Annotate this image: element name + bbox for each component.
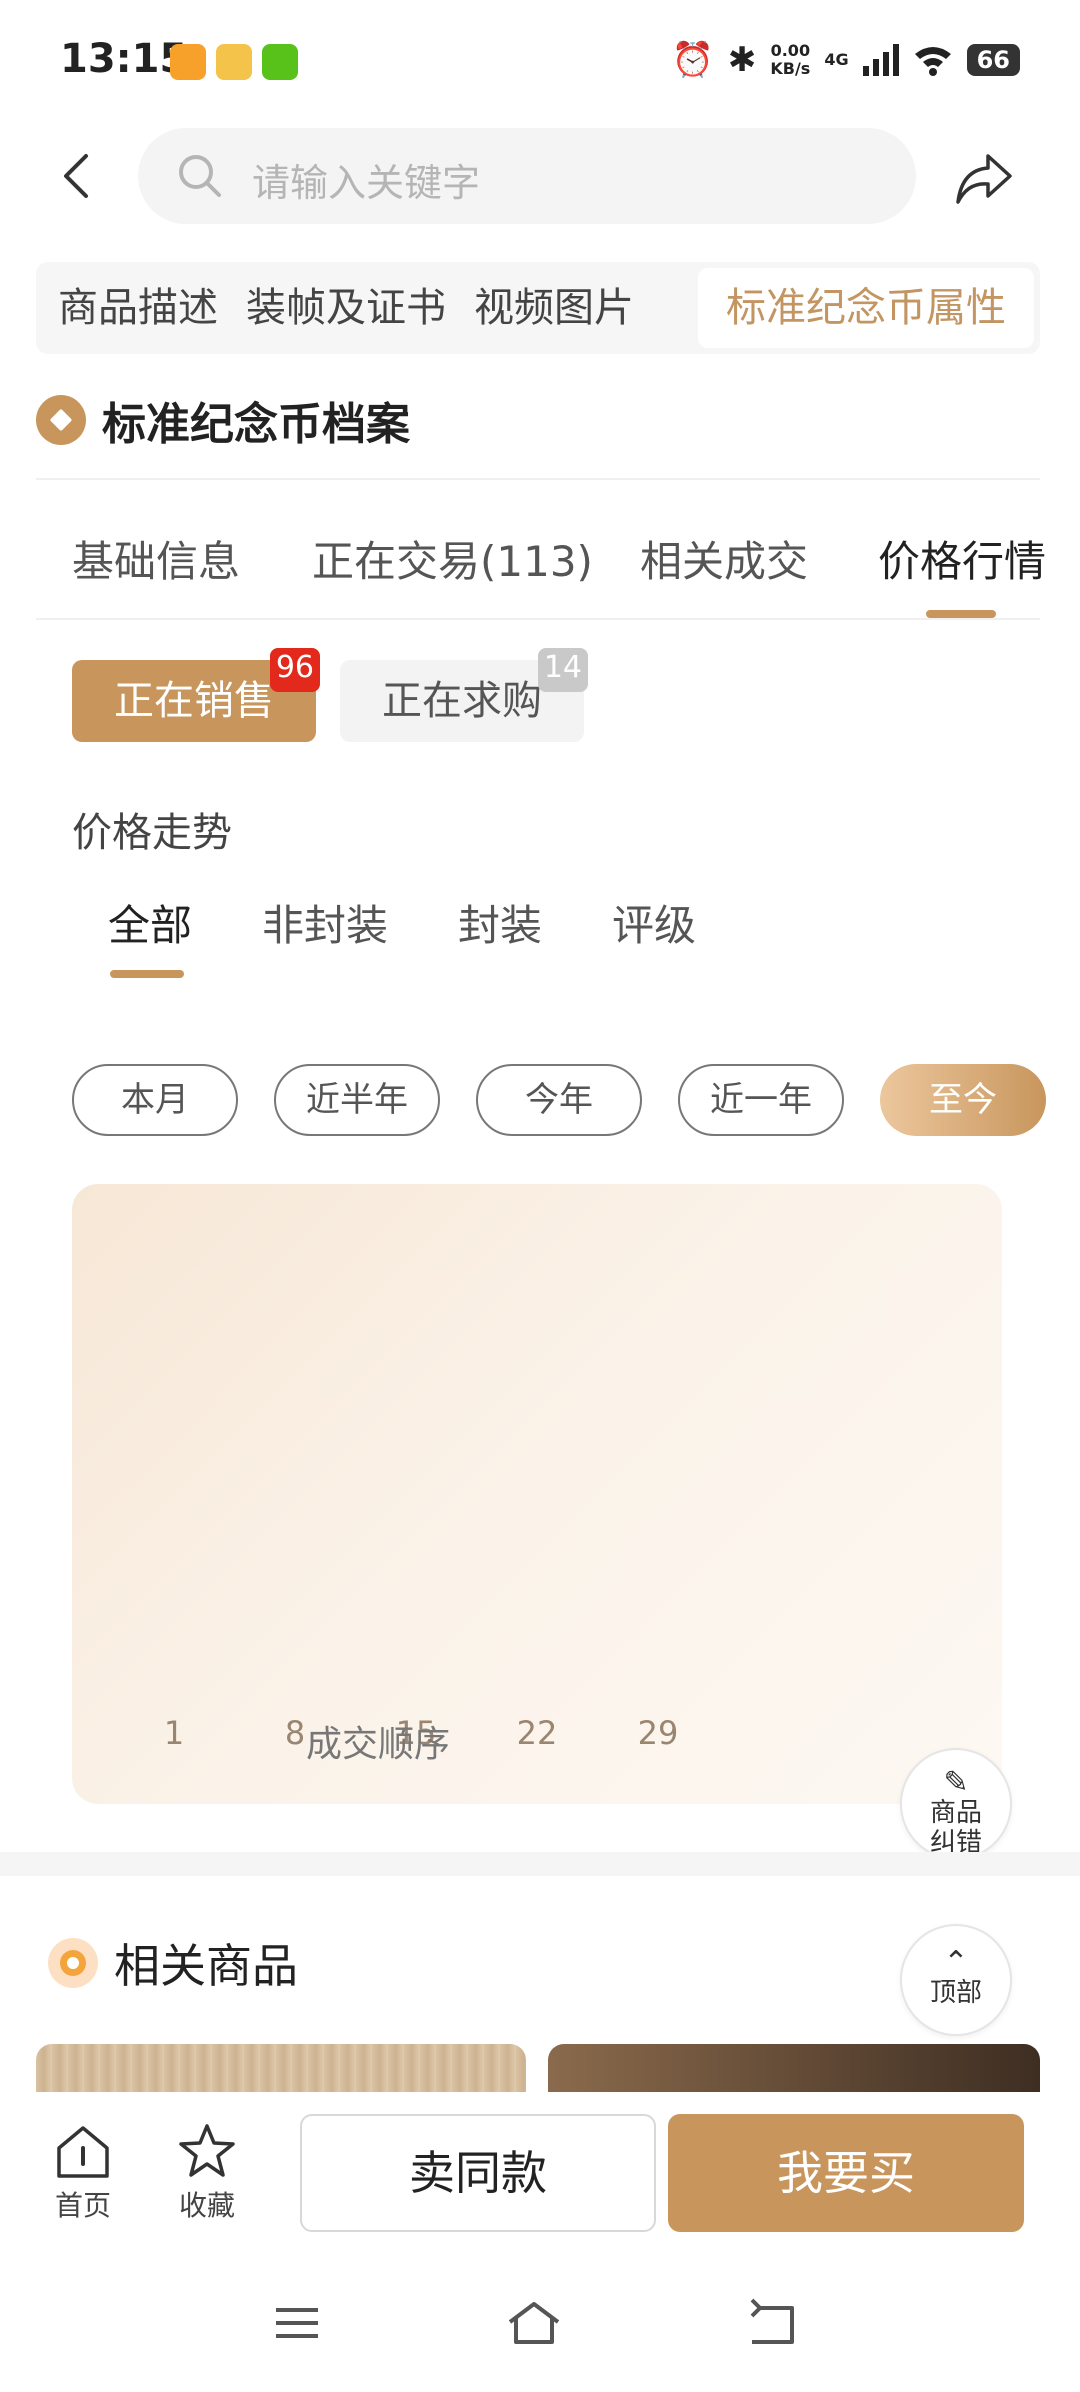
sell-same-button[interactable]: 卖同款 — [300, 2114, 656, 2232]
tab-media[interactable]: 视频图片 — [460, 268, 648, 348]
nav-home[interactable]: 首页 — [38, 2122, 128, 2224]
archive-tabs: 基础信息 正在交易(113) 相关成交 价格行情 — [0, 528, 1080, 608]
on-sale-count-badge: 96 — [269, 648, 320, 692]
app-notification-icon — [170, 44, 206, 80]
home-icon — [57, 2126, 109, 2178]
search-input[interactable]: 请输入关键字 — [138, 128, 916, 224]
tab-price-trend[interactable]: 价格行情 — [878, 528, 1046, 589]
status-bar: 13:15 ⏰ ✱ 0.00 KB/s 4G 66 — [0, 0, 1080, 120]
bluetooth-icon: ✱ — [727, 40, 757, 80]
active-filter-indicator — [110, 970, 184, 978]
filter-graded[interactable]: 评级 — [612, 892, 696, 953]
coin-icon — [36, 395, 86, 445]
archive-title: 标准纪念币档案 — [102, 399, 410, 450]
signal-icon — [862, 44, 899, 76]
wifi-icon — [914, 47, 951, 76]
x-tick-label: 1 — [164, 1714, 184, 1752]
x-axis-label: 成交顺序 — [306, 1724, 450, 1765]
related-icon — [48, 1938, 98, 1988]
filter-packaged[interactable]: 封装 — [458, 892, 542, 953]
status-time: 13:15 — [60, 36, 188, 82]
system-navigation — [0, 2268, 1080, 2392]
range-half-year[interactable]: 近半年 — [274, 1064, 440, 1136]
home-nav-icon[interactable] — [506, 2298, 562, 2348]
battery-icon: 66 — [966, 44, 1020, 76]
nav-favorite[interactable]: 收藏 — [162, 2122, 252, 2224]
detail-tabs: 商品描述 装帧及证书 视频图片 标准纪念币属性 — [36, 262, 1040, 354]
menu-icon[interactable] — [272, 2298, 322, 2348]
tab-packaging[interactable]: 装帧及证书 — [232, 268, 460, 348]
x-tick-label: 29 — [638, 1714, 679, 1752]
range-last-year[interactable]: 近一年 — [678, 1064, 844, 1136]
tab-related-deals[interactable]: 相关成交 — [640, 528, 808, 589]
price-chart-svg: ¥ 3.7万¥ 3.5万¥ 3.2万¥ 3.0万¥ 2.8万18152229成交… — [164, 1714, 679, 1765]
report-error-button[interactable]: ✎ 商品 纠错 — [900, 1748, 1012, 1860]
edit-icon: ✎ — [943, 1765, 969, 1800]
active-tab-indicator — [926, 610, 996, 618]
weibo-notification-icon — [216, 44, 252, 80]
archive-section-title: 标准纪念币档案 — [36, 388, 410, 452]
divider — [36, 478, 1040, 480]
section-separator — [0, 1852, 1080, 1876]
wanted-count-badge: 14 — [537, 648, 588, 692]
on-sale-button[interactable]: 正在销售 96 — [72, 648, 320, 742]
tab-trading[interactable]: 正在交易(113) — [312, 528, 593, 589]
filter-unpackaged[interactable]: 非封装 — [262, 892, 388, 953]
tab-description[interactable]: 商品描述 — [36, 268, 232, 348]
filter-all[interactable]: 全部 — [108, 892, 192, 953]
network-type: 4G — [824, 50, 849, 69]
share-icon[interactable] — [954, 148, 1014, 208]
price-trend-label: 价格走势 — [72, 810, 232, 856]
range-this-year[interactable]: 今年 — [476, 1064, 642, 1136]
x-tick-label: 8 — [285, 1714, 305, 1752]
range-all-time[interactable]: 至今 — [880, 1064, 1046, 1136]
related-title: 相关商品 — [114, 1939, 298, 1993]
price-chart: ¥ 3.7万¥ 3.5万¥ 3.2万¥ 3.0万¥ 2.8万18152229成交… — [72, 1184, 1002, 1804]
back-icon[interactable] — [48, 146, 108, 206]
wanted-button[interactable]: 正在求购 14 — [340, 648, 588, 742]
tab-basic-info[interactable]: 基础信息 — [72, 528, 240, 589]
range-this-month[interactable]: 本月 — [72, 1064, 238, 1136]
search-placeholder: 请输入关键字 — [252, 161, 481, 205]
tab-attributes[interactable]: 标准纪念币属性 — [698, 268, 1034, 348]
duolingo-notification-icon — [262, 44, 298, 80]
buy-button[interactable]: 我要买 — [668, 2114, 1024, 2232]
search-icon — [179, 155, 221, 197]
alarm-icon: ⏰ — [671, 40, 714, 80]
header: 请输入关键字 — [0, 128, 1080, 228]
related-section-title: 相关商品 — [48, 1930, 298, 1996]
back-to-top-button[interactable]: ⌃ 顶部 — [900, 1924, 1012, 2036]
arrow-up-icon: ⌃ — [943, 1945, 969, 1980]
divider — [36, 618, 1040, 620]
bottom-action-bar: 首页 收藏 卖同款 我要买 — [0, 2092, 1080, 2268]
back-nav-icon[interactable] — [746, 2298, 798, 2348]
net-speed: 0.00 KB/s — [770, 41, 811, 78]
x-tick-label: 22 — [517, 1714, 558, 1752]
star-icon — [179, 2124, 235, 2177]
